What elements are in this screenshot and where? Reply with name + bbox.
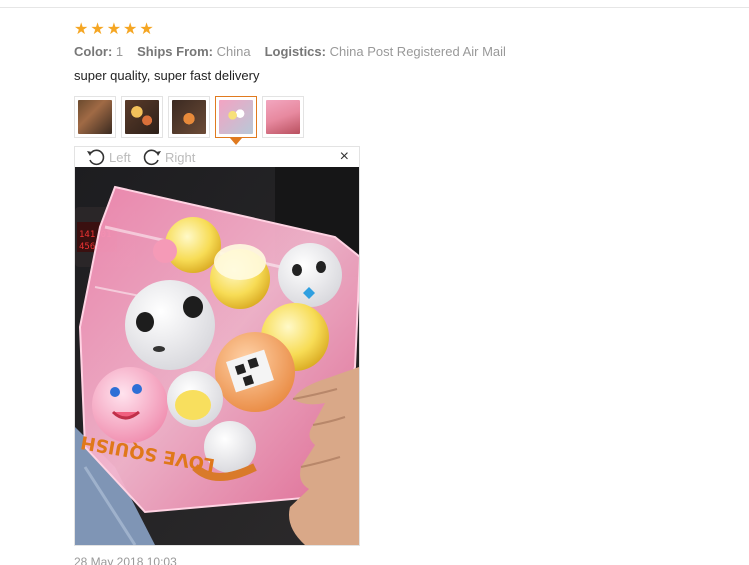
review-date: 28 May 2018 10:03	[74, 555, 177, 565]
review-photo-thumbnail[interactable]	[262, 96, 304, 138]
rotate-left-label: Left	[109, 149, 131, 165]
review-photo-thumbnail-active[interactable]	[215, 96, 257, 145]
ships-from-value: China	[216, 44, 251, 59]
top-divider	[0, 7, 749, 8]
ships-from-label: Ships From:	[137, 44, 213, 59]
color-label: Color:	[74, 44, 113, 59]
close-icon[interactable]: ×	[340, 149, 349, 165]
thumbnail-image	[172, 100, 206, 134]
rotate-right-label: Right	[165, 149, 196, 165]
thumbnail-image	[266, 100, 300, 134]
logistics-info: Logistics: China Post Registered Air Mai…	[265, 44, 506, 59]
thumbnail-image	[78, 100, 112, 134]
star-icon: ★	[106, 19, 122, 38]
thumbnail-image	[219, 100, 253, 134]
logistics-value: China Post Registered Air Mail	[329, 44, 506, 59]
review-photo-thumbnail[interactable]	[168, 96, 210, 138]
thumbnail-image	[125, 100, 159, 134]
review-item: ★ ★ ★ ★ ★ Color: 1 Ships From: China Log…	[74, 20, 734, 84]
rotate-left-button[interactable]: Left	[85, 148, 131, 166]
rotate-right-button[interactable]: Right	[141, 148, 195, 166]
photo-viewer: Left Right × 141 01 4561 LOVE SQUISH	[74, 146, 360, 546]
review-meta: Color: 1 Ships From: China Logistics: Ch…	[74, 44, 734, 59]
photo-thumbnails	[74, 96, 304, 145]
logistics-label: Logistics:	[264, 44, 326, 59]
review-text: super quality, super fast delivery	[74, 68, 260, 83]
rotate-right-icon	[143, 149, 161, 166]
star-icon: ★	[90, 19, 105, 38]
rotate-left-icon	[87, 149, 105, 166]
review-photo-thumbnail[interactable]	[121, 96, 163, 138]
review-photo-large: 141 01 4561 LOVE SQUISH	[75, 167, 359, 545]
color-info: Color: 1	[74, 44, 123, 59]
review-photo-image: 141 01 4561 LOVE SQUISH	[75, 167, 359, 545]
rating-stars: ★ ★ ★ ★ ★	[74, 20, 734, 38]
star-icon: ★	[139, 19, 154, 38]
star-icon: ★	[123, 19, 138, 38]
review-photo-thumbnail[interactable]	[74, 96, 116, 138]
color-value: 1	[115, 44, 124, 59]
star-icon: ★	[74, 19, 89, 38]
viewer-toolbar: Left Right ×	[75, 147, 359, 167]
ships-from-info: Ships From: China	[137, 44, 250, 59]
